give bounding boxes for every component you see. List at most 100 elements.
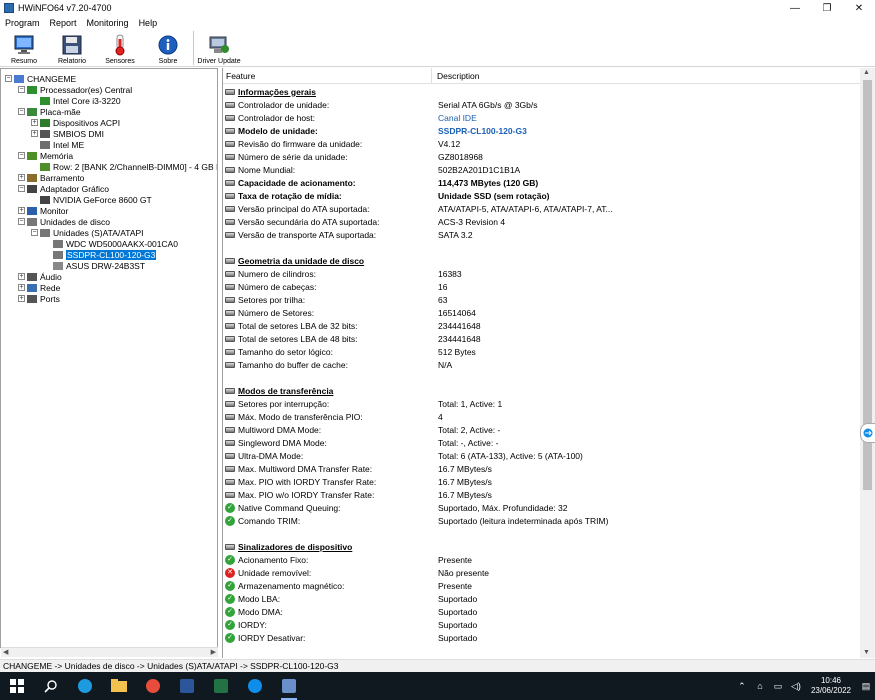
tree-item[interactable]: − Placa-mãe	[18, 106, 81, 117]
scroll-right-icon[interactable]: ▶	[211, 648, 216, 656]
detail-row[interactable]: ✓ Armazenamento magnético: Presente	[223, 579, 861, 592]
expand-icon[interactable]: +	[18, 284, 25, 291]
tree-item[interactable]: + Rede	[18, 282, 60, 293]
notification-icon[interactable]: ▤	[859, 681, 873, 692]
menu-monitoring[interactable]: Monitoring	[82, 18, 134, 28]
tree-item[interactable]: − Adaptador Gráfico	[18, 183, 109, 194]
detail-row[interactable]: Max. Multiword DMA Transfer Rate: 16.7 MB…	[223, 462, 861, 475]
detail-row[interactable]: Ultra-DMA Mode: Total: 6 (ATA-133), Activ…	[223, 449, 861, 462]
section-header[interactable]: Geometria da unidade de disco	[223, 254, 861, 267]
resumo-button[interactable]: Resumo	[0, 29, 48, 67]
column-header-description[interactable]: Description	[437, 71, 480, 81]
tree-item[interactable]: Row: 2 [BANK 2/ChannelB-DIMM0] - 4 GB I	[31, 161, 217, 172]
tree-item[interactable]: − Unidades de disco	[18, 216, 110, 227]
tree-item[interactable]: − Unidades (S)ATA/ATAPI	[31, 227, 144, 238]
edge-icon[interactable]	[75, 676, 95, 696]
expand-icon[interactable]: +	[31, 119, 38, 126]
detail-row[interactable]: ✓ Native Command Queuing: Suportado, Máx. …	[223, 501, 861, 514]
collapse-icon[interactable]: −	[18, 185, 25, 192]
expand-icon[interactable]: +	[31, 130, 38, 137]
network-icon[interactable]: ⌂	[753, 681, 767, 691]
column-divider[interactable]	[431, 68, 432, 84]
detail-row[interactable]: Tamanho do buffer de cache: N/A	[223, 358, 861, 371]
file-explorer-icon[interactable]	[109, 676, 129, 696]
detail-row[interactable]: Max. PIO with IORDY Transfer Rate: 16.7 M…	[223, 475, 861, 488]
sensores-button[interactable]: Sensores	[96, 29, 144, 67]
tree-item[interactable]: + SMBIOS DMI	[31, 128, 104, 139]
collapse-icon[interactable]: −	[18, 86, 25, 93]
collapse-icon[interactable]: −	[31, 229, 38, 236]
tree-item[interactable]: − Processador(es) Central	[18, 84, 132, 95]
collapse-icon[interactable]: −	[18, 108, 25, 115]
tree-item[interactable]: ASUS DRW-24B3ST	[44, 260, 145, 271]
detail-row[interactable]: Nome Mundial: 502B2A201D1C1B1A	[223, 163, 861, 176]
hwinfo-icon[interactable]	[279, 676, 299, 700]
detail-row[interactable]: ✓ Acionamento Fixo: Presente	[223, 553, 861, 566]
expand-icon[interactable]: +	[18, 174, 25, 181]
excel-icon[interactable]	[211, 676, 231, 696]
detail-row[interactable]: ✓ Comando TRIM: Suportado (leitura indeter…	[223, 514, 861, 527]
detail-row[interactable]: Max. PIO w/o IORDY Transfer Rate: 16.7 MB…	[223, 488, 861, 501]
expand-icon[interactable]: +	[18, 207, 25, 214]
restore-button[interactable]: ❐	[811, 0, 843, 16]
start-icon[interactable]	[7, 676, 27, 696]
close-button[interactable]: ✕	[843, 0, 875, 16]
detail-row[interactable]: Controlador de unidade: Serial ATA 6Gb/s …	[223, 98, 861, 111]
tree-item[interactable]: + Dispositivos ACPI	[31, 117, 120, 128]
tree-horizontal-scrollbar[interactable]: ◀ ▶	[1, 647, 218, 657]
detail-row[interactable]: ✓ IORDY: Suportado	[223, 618, 861, 631]
detail-row[interactable]: ✕ Unidade removível: Não presente	[223, 566, 861, 579]
device-tree[interactable]: − CHANGEME − Processador(es) Central Intel C…	[0, 68, 218, 648]
detail-row[interactable]: Modelo de unidade: SSDPR-CL100-120-G3	[223, 124, 861, 137]
expand-icon[interactable]: +	[18, 273, 25, 280]
detail-row[interactable]: Versão principal do ATA suportada: ATA/AT…	[223, 202, 861, 215]
volume-icon[interactable]: ◁)	[789, 681, 803, 692]
detail-row[interactable]: Taxa de rotação de mídia: Unidade SSD (se…	[223, 189, 861, 202]
tree-item[interactable]: + Monitor	[18, 205, 68, 216]
collapse-icon[interactable]: −	[18, 152, 25, 159]
usb-icon[interactable]: ▭	[771, 681, 785, 692]
collapse-icon[interactable]: −	[18, 218, 25, 225]
detail-row[interactable]: Controlador de host: Canal IDE	[223, 111, 861, 124]
detail-row[interactable]: Multiword DMA Mode: Total: 2, Active: -	[223, 423, 861, 436]
scroll-down-icon[interactable]: ▼	[863, 649, 870, 656]
tree-item[interactable]: + Barramento	[18, 172, 84, 183]
expand-icon[interactable]: +	[18, 295, 25, 302]
scroll-up-icon[interactable]: ▲	[863, 69, 870, 76]
menu-report[interactable]: Report	[45, 18, 82, 28]
teamviewer-icon[interactable]	[245, 676, 265, 696]
tree-item[interactable]: NVIDIA GeForce 8600 GT	[31, 194, 152, 205]
detail-row[interactable]: Numero de cilindros: 16383	[223, 267, 861, 280]
section-header[interactable]: Sinalizadores de dispositivo	[223, 540, 861, 553]
menu-help[interactable]: Help	[134, 18, 163, 28]
tree-item[interactable]: − Memória	[18, 150, 73, 161]
menu-program[interactable]: Program	[0, 18, 45, 28]
detail-row[interactable]: ✓ Modo LBA: Suportado	[223, 592, 861, 605]
tree-item[interactable]: Intel Core i3-3220	[31, 95, 121, 106]
detail-row[interactable]: ✓ IORDY Desativar: Suportado	[223, 631, 861, 644]
detail-row[interactable]: Máx. Modo de transferência PIO: 4	[223, 410, 861, 423]
column-header-feature[interactable]: Feature	[226, 71, 255, 81]
minimize-button[interactable]: —	[779, 0, 811, 16]
detail-row[interactable]: Tamanho do setor lógico: 512 Bytes	[223, 345, 861, 358]
detail-row[interactable]: Total de setores LBA de 48 bits: 23444164…	[223, 332, 861, 345]
scroll-left-icon[interactable]: ◀	[3, 648, 8, 656]
detail-row[interactable]: Versão secundária do ATA suportada: ACS-3…	[223, 215, 861, 228]
section-header[interactable]: Informações gerais	[223, 85, 861, 98]
detail-row[interactable]: Número de série da unidade: GZ8018968	[223, 150, 861, 163]
tree-item[interactable]: SSDPR-CL100-120-G3	[44, 249, 157, 260]
tree-item[interactable]: WDC WD5000AAKX-001CA0	[44, 238, 178, 249]
sobre-button[interactable]: Sobre	[144, 29, 192, 67]
tree-item[interactable]: Intel ME	[31, 139, 84, 150]
collapse-icon[interactable]: −	[5, 75, 12, 82]
detail-row[interactable]: Versão de transporte ATA suportada: SATA …	[223, 228, 861, 241]
detail-row[interactable]: Setores por trilha: 63	[223, 293, 861, 306]
word-icon[interactable]	[177, 676, 197, 696]
detail-row[interactable]: Número de cabeças: 16	[223, 280, 861, 293]
chrome-icon[interactable]	[143, 676, 163, 696]
clock[interactable]: 10:46 23/06/2022	[811, 676, 851, 696]
detail-row[interactable]: Total de setores LBA de 32 bits: 23444164…	[223, 319, 861, 332]
detail-row[interactable]: Singleword DMA Mode: Total: -, Active: -	[223, 436, 861, 449]
detail-row[interactable]: Setores por interrupção: Total: 1, Active…	[223, 397, 861, 410]
detail-vertical-scrollbar[interactable]: ▲ ▼	[860, 68, 875, 658]
